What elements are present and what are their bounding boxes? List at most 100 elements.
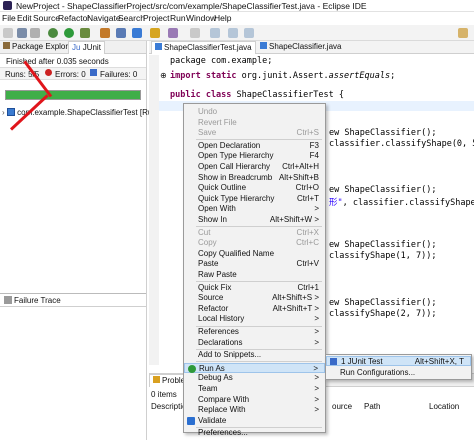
context-menu-item-show-in-breadcrumb[interactable]: Show in Breadcrumb Alt+Shift+B [184, 173, 325, 183]
context-menu-shortcut: > [314, 204, 319, 214]
context-menu: Undo Revert File Save Ctrl+S Open Declaratio… [183, 103, 326, 437]
context-menu-label: Copy [198, 238, 217, 248]
perspective-icon[interactable] [458, 28, 468, 38]
context-menu-item-replace-with[interactable]: Replace With > [184, 405, 325, 415]
context-menu-item-revert-file[interactable]: Revert File [184, 118, 325, 128]
menu-search[interactable]: Search [118, 13, 145, 23]
context-menu-shortcut: Ctrl+C [296, 238, 319, 248]
run-configurations[interactable]: Run Configurations... [326, 368, 471, 378]
menu-refactor[interactable]: Refactor [58, 13, 90, 23]
context-menu-item-open-declaration[interactable]: Open Declaration F3 [184, 141, 325, 151]
menu-navigate[interactable]: Navigate [87, 13, 121, 23]
context-menu-item-references[interactable]: References > [184, 327, 325, 337]
code-fragment: ew ShapeClassifier(); [329, 240, 437, 250]
run-as-junit-test[interactable]: 1 JUnit Test Alt+Shift+X, T [326, 356, 471, 366]
menu-window[interactable]: Window [186, 13, 216, 23]
context-menu-label: Cut [198, 227, 211, 237]
context-menu-item-copy[interactable]: Copy Ctrl+C [184, 238, 325, 248]
context-menu-shortcut: > [314, 384, 319, 393]
run-icon[interactable] [64, 28, 74, 38]
save-all-icon[interactable] [30, 28, 40, 38]
context-menu-item-declarations[interactable]: Declarations > [184, 338, 325, 348]
context-menu-label: Local History [198, 314, 245, 324]
context-menu-item-raw-paste[interactable]: Raw Paste [184, 270, 325, 280]
code-line-import: import static org.junit.Assert.assertEqu… [170, 71, 396, 81]
context-menu-item-run-as[interactable]: Run As > [184, 362, 325, 373]
context-menu-label: Refactor [198, 303, 229, 313]
context-menu-shortcut: Alt+Shift+B [278, 172, 319, 182]
context-menu-item-open-with[interactable]: Open With > [184, 204, 325, 214]
context-menu-item-show-in[interactable]: Show In Alt+Shift+W > [184, 215, 325, 225]
context-menu-item-open-call-hierarchy[interactable]: Open Call Hierarchy Ctrl+Alt+H [184, 162, 325, 172]
context-menu-item-source[interactable]: Source Alt+Shift+S > [184, 293, 325, 303]
context-menu-shortcut: F3 [309, 140, 319, 150]
menu-edit[interactable]: Edit [17, 13, 32, 23]
context-menu-label: Debug As [198, 373, 233, 383]
tab-junit[interactable]: Ju JUnit [68, 41, 105, 54]
junit-finished-text: Finished after 0.035 seconds [6, 57, 109, 66]
save-icon[interactable] [17, 28, 27, 38]
junit-progress-bar [6, 91, 140, 99]
search-icon[interactable] [168, 28, 178, 38]
back-icon[interactable] [228, 28, 238, 38]
context-menu-label: Compare With [198, 394, 250, 404]
code-line-package: package com.example; [170, 56, 273, 66]
menu-project[interactable]: Project [143, 13, 169, 23]
toggle-mark-icon[interactable] [190, 28, 200, 38]
context-menu-shortcut: Ctrl+Alt+H [282, 162, 319, 171]
next-annotation-icon[interactable] [210, 28, 220, 38]
forward-icon[interactable] [244, 28, 254, 38]
context-menu-label: Quick Fix [198, 282, 232, 292]
context-menu-item-open-type-hierarchy[interactable]: Open Type Hierarchy F4 [184, 151, 325, 161]
chevron-right-icon[interactable]: › [2, 108, 5, 117]
context-menu-item-add-to-snippets[interactable]: Add to Snippets... [184, 350, 325, 360]
package-explorer-icon [3, 42, 10, 49]
context-menu-item-preferences[interactable]: Preferences... [184, 428, 325, 438]
context-menu-item-quick-outline[interactable]: Quick Outline Ctrl+O [184, 183, 325, 193]
context-menu-shortcut: Alt+Shift+W > [269, 215, 319, 224]
context-menu-item-compare-with[interactable]: Compare With > [184, 395, 325, 405]
column-location[interactable]: Location [429, 402, 459, 411]
new-java-project-icon[interactable] [100, 28, 110, 38]
tab-package-explorer[interactable]: Package Explorer [0, 41, 78, 54]
context-menu-item-save[interactable]: Save Ctrl+S [184, 128, 325, 138]
column-path[interactable]: Path [364, 402, 380, 411]
context-menu-item-quick-type-hierarchy[interactable]: Quick Type Hierarchy Ctrl+T [184, 194, 325, 204]
menu-source[interactable]: Source [33, 13, 60, 23]
fold-icon[interactable]: ⊕ [160, 71, 167, 80]
context-menu-item-debug-as[interactable]: Debug As > [184, 373, 325, 383]
context-menu-item-paste[interactable]: Paste Ctrl+V [184, 259, 325, 269]
column-resource[interactable]: ource [332, 402, 352, 411]
context-menu-item-validate[interactable]: Validate [184, 416, 325, 426]
context-menu-item-refactor[interactable]: Refactor Alt+Shift+T > [184, 304, 325, 314]
debug-icon[interactable] [48, 28, 58, 38]
menu-file[interactable]: File [2, 13, 16, 23]
context-menu-shortcut: Ctrl+O [295, 183, 319, 193]
coverage-icon[interactable] [80, 28, 90, 38]
menu-run[interactable]: Run [170, 13, 186, 23]
java-file-icon [260, 42, 267, 49]
context-menu-label: Replace With [198, 405, 246, 415]
menu-help[interactable]: Help [214, 13, 231, 23]
context-menu-item-team[interactable]: Team > [184, 384, 325, 394]
problems-count: 0 items [151, 390, 177, 399]
tab-shapeclassifiertest[interactable]: ShapeClassifierTest.java [151, 41, 256, 54]
open-type-icon[interactable] [150, 28, 160, 38]
new-package-icon[interactable] [116, 28, 126, 38]
context-menu-item-cut[interactable]: Cut Ctrl+X [184, 228, 325, 238]
context-menu-label: Paste [198, 259, 219, 269]
context-menu-item-quick-fix[interactable]: Quick Fix Ctrl+1 [184, 283, 325, 293]
context-menu-item-local-history[interactable]: Local History > [184, 314, 325, 324]
tab-shapeclassifier[interactable]: ShapeClassifier.java [257, 41, 344, 54]
context-menu-item-undo[interactable]: Undo [184, 107, 325, 117]
new-icon[interactable] [3, 28, 13, 38]
left-pane: Package Explorer Ju JUnit Finished after… [0, 41, 166, 440]
new-class-icon[interactable] [132, 28, 142, 38]
context-menu-label: Source [198, 293, 224, 303]
context-menu-shortcut: > [314, 314, 319, 324]
context-menu-item-copy-qualified-name[interactable]: Copy Qualified Name [184, 249, 325, 259]
eclipse-app-icon [3, 1, 12, 10]
run-icon [188, 364, 196, 373]
context-menu-shortcut: Ctrl+X [296, 227, 319, 237]
context-menu-shortcut: Ctrl+V [296, 259, 319, 269]
